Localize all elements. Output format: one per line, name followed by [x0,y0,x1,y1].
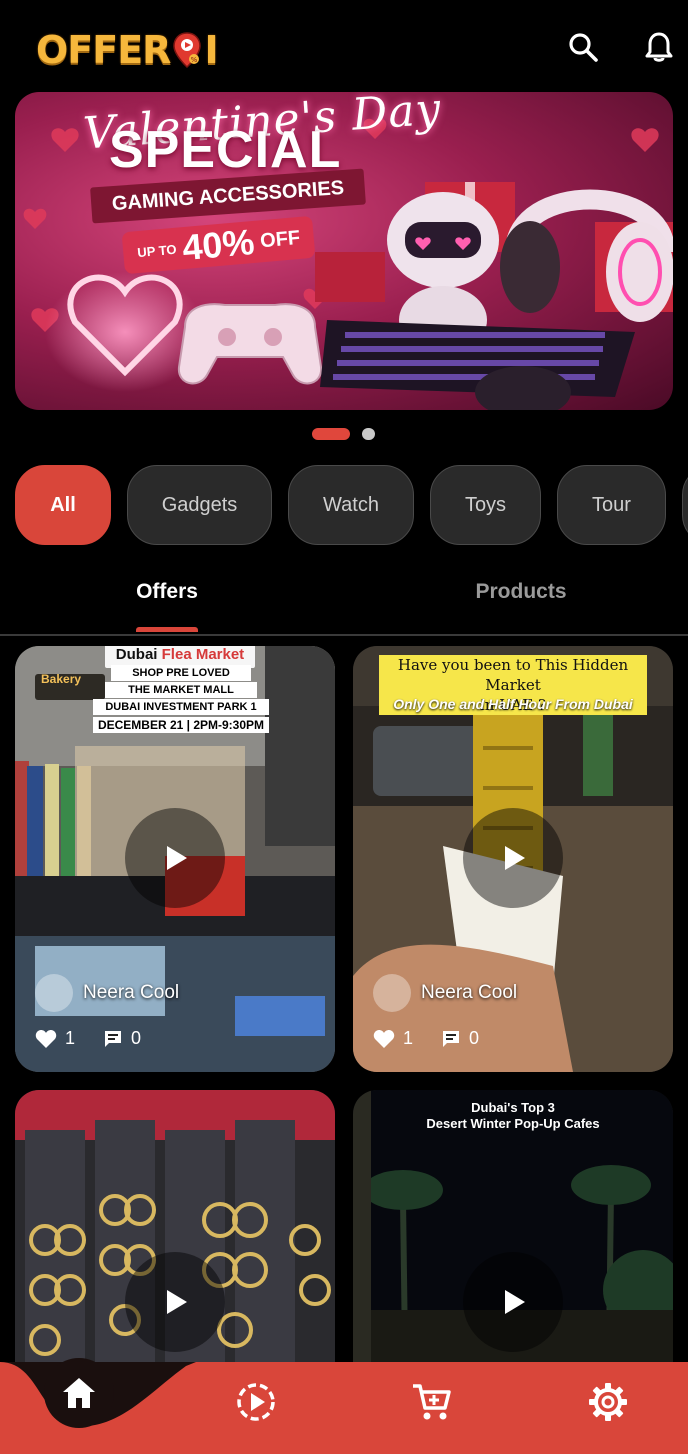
overlay-line2: Desert Winter Pop-Up Cafes [426,1116,600,1131]
play-icon [505,1290,525,1314]
like-stat[interactable]: 1 [373,1028,413,1049]
like-count: 1 [65,1028,76,1048]
overlay-line4: DUBAI INVESTMENT PARK 1 [93,699,269,715]
offer-card[interactable]: Have you been to This Hidden Market in U… [353,646,673,1072]
cart-icon [413,1384,451,1420]
app-header: OFFER % I [0,0,688,92]
play-icon [505,846,525,870]
banner-title-line2: SPECIAL [109,121,342,179]
overlay-line5: DECEMBER 21 | 2PM-9:30PM [93,717,269,733]
category-chip-all[interactable]: All [15,465,111,545]
play-icon [167,846,187,870]
category-chip-watch[interactable]: Watch [288,465,414,545]
comment-icon [105,1030,122,1047]
comment-stat[interactable]: 0 [103,1028,141,1049]
category-chip-toys[interactable]: Toys [430,465,541,545]
carousel-indicator [0,428,688,440]
logo-text-right: I [204,28,218,72]
search-icon[interactable] [566,30,600,64]
card-stats: 1 0 [35,1028,159,1049]
heart-icon [373,1029,395,1048]
tab-products[interactable]: Products [454,580,588,604]
app-root: OFFER % I Valentine's Day SPECIAL GAMING… [0,0,688,1454]
play-icon [167,1290,187,1314]
offer-card[interactable] [15,1090,335,1390]
comment-icon [443,1030,460,1047]
play-button[interactable] [125,808,225,908]
overlay-line1: Dubai's Top 3 [471,1100,555,1115]
category-chip-tour[interactable]: Tour [557,465,666,545]
author-name: Neera Cool [83,982,180,1003]
comment-count: 0 [131,1028,142,1048]
settings-icon [589,1383,627,1421]
overlay-line3: Only One and Half Hour From Dubai [393,696,633,712]
bottom-navigation [0,1358,688,1454]
play-button[interactable] [463,808,563,908]
home-icon [63,1378,95,1408]
play-circle-icon [237,1383,275,1421]
category-chip-more[interactable] [682,465,688,545]
promo-value: 40% [180,220,256,269]
tab-active-indicator [136,627,198,632]
overlay-line1a: Dubai [115,646,162,663]
logo-pin-icon: % [173,32,202,69]
promo-prefix: UP TO [136,241,178,260]
play-button[interactable] [125,1252,225,1352]
overlay-line1: Have you been to This Hidden Market [397,656,629,694]
comment-count: 0 [469,1028,480,1048]
bell-icon[interactable] [642,30,676,64]
logo-text-left: OFFER [36,28,171,72]
videos-button[interactable] [234,1380,278,1424]
card-author[interactable]: Neera Cool [373,974,517,1012]
heart-icon [35,1029,57,1048]
card-author[interactable]: Neera Cool [35,974,179,1012]
offer-card[interactable]: Dubai Flea Market SHOP PRE LOVED THE MAR… [15,646,335,1072]
cart-button[interactable] [410,1380,454,1424]
overlay-line1b: Flea Market [161,646,245,663]
offer-overlay-caption: Dubai's Top 3 Desert Winter Pop-Up Cafes [373,1100,653,1132]
play-button[interactable] [463,1252,563,1352]
app-logo[interactable]: OFFER % I [36,26,219,74]
promo-banner[interactable]: Valentine's Day SPECIAL GAMING ACCESSORI… [15,92,673,410]
offer-card[interactable]: Dubai's Top 3 Desert Winter Pop-Up Cafes [353,1090,673,1390]
comment-stat[interactable]: 0 [441,1028,479,1049]
card-stats: 1 0 [373,1028,497,1049]
carousel-dot[interactable] [362,428,375,440]
offer-overlay-details: SHOP PRE LOVED THE MARKET MALL DUBAI INV… [93,664,269,735]
home-button[interactable] [44,1358,114,1428]
carousel-dot-active[interactable] [312,428,350,440]
avatar [35,974,73,1012]
content-tabs: Offers Products [0,560,688,636]
category-chip-gadgets[interactable]: Gadgets [127,465,272,545]
overlay-line2: SHOP PRE LOVED [111,665,251,681]
tab-offers[interactable]: Offers [100,580,234,604]
svg-text:%: % [191,56,198,64]
overlay-line3: THE MARKET MALL [105,682,257,698]
like-stat[interactable]: 1 [35,1028,75,1049]
shop-sign: Bakery [41,672,82,686]
like-count: 1 [403,1028,414,1048]
avatar [373,974,411,1012]
promo-suffix: OFF [259,226,301,252]
settings-button[interactable] [586,1380,630,1424]
author-name: Neera Cool [421,982,518,1003]
category-chips: All Gadgets Watch Toys Tour [0,465,688,545]
